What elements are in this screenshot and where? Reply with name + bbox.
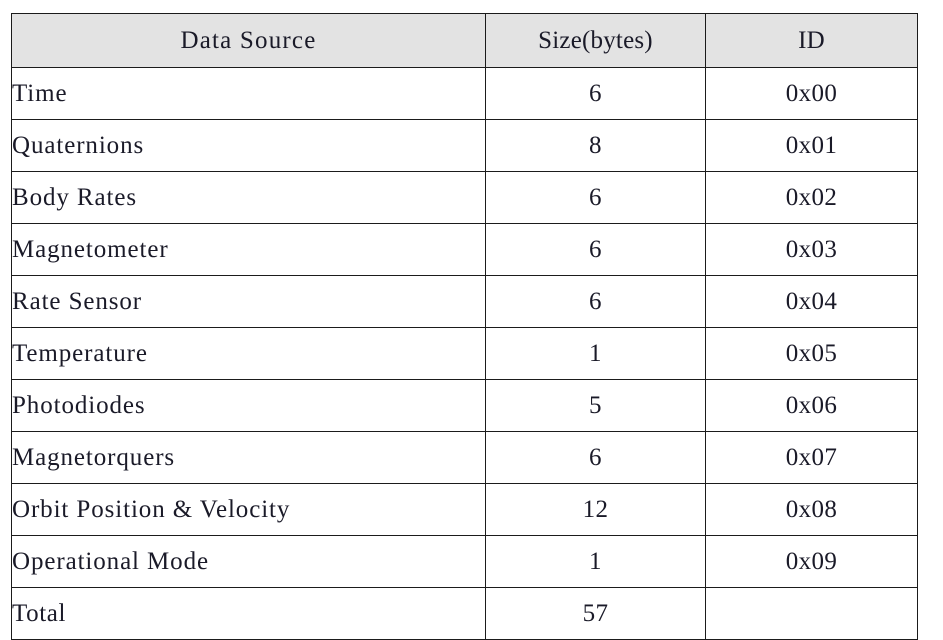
cell-size: 6 [485,431,706,484]
table-total-row: Total 57 [11,587,918,640]
cell-id: 0x08 [705,483,918,536]
cell-size: 6 [485,171,706,224]
cell-size: 5 [485,379,706,432]
cell-data-source: Photodiodes [11,379,486,432]
cell-data-source: Body Rates [11,171,486,224]
cell-id: 0x01 [705,119,918,172]
table-header: Data Source Size(bytes) ID [11,13,918,68]
cell-data-source: Operational Mode [11,535,486,588]
cell-data-source: Magnetorquers [11,431,486,484]
data-source-table: Data Source Size(bytes) ID Time 6 0x00 Q… [11,13,918,640]
cell-id: 0x07 [705,431,918,484]
cell-total-label: Total [11,587,486,640]
cell-data-source: Temperature [11,327,486,380]
cell-size: 6 [485,275,706,328]
cell-total-id [705,587,918,640]
cell-size: 1 [485,535,706,588]
cell-data-source: Orbit Position & Velocity [11,483,486,536]
column-header-id: ID [705,13,918,68]
cell-id: 0x05 [705,327,918,380]
table-row: Orbit Position & Velocity 12 0x08 [11,483,918,536]
table-row: Temperature 1 0x05 [11,327,918,380]
table-row: Photodiodes 5 0x06 [11,379,918,432]
table-row: Rate Sensor 6 0x04 [11,275,918,328]
table-row: Time 6 0x00 [11,67,918,120]
cell-size: 8 [485,119,706,172]
data-source-table-container: Data Source Size(bytes) ID Time 6 0x00 Q… [11,13,918,640]
cell-total-size: 57 [485,587,706,640]
cell-id: 0x02 [705,171,918,224]
table-row: Magnetorquers 6 0x07 [11,431,918,484]
cell-size: 6 [485,223,706,276]
table-row: Operational Mode 1 0x09 [11,535,918,588]
cell-data-source: Rate Sensor [11,275,486,328]
cell-id: 0x06 [705,379,918,432]
cell-data-source: Quaternions [11,119,486,172]
header-row: Data Source Size(bytes) ID [11,13,918,68]
column-header-size-bytes: Size(bytes) [485,13,706,68]
table-row: Magnetometer 6 0x03 [11,223,918,276]
cell-data-source: Magnetometer [11,223,486,276]
cell-size: 6 [485,67,706,120]
table-row: Quaternions 8 0x01 [11,119,918,172]
cell-id: 0x03 [705,223,918,276]
cell-id: 0x09 [705,535,918,588]
cell-size: 1 [485,327,706,380]
cell-data-source: Time [11,67,486,120]
column-header-data-source: Data Source [11,13,486,68]
cell-id: 0x04 [705,275,918,328]
cell-id: 0x00 [705,67,918,120]
cell-size: 12 [485,483,706,536]
table-body: Time 6 0x00 Quaternions 8 0x01 Body Rate… [11,67,918,640]
table-row: Body Rates 6 0x02 [11,171,918,224]
page-root: Data Source Size(bytes) ID Time 6 0x00 Q… [0,0,943,640]
